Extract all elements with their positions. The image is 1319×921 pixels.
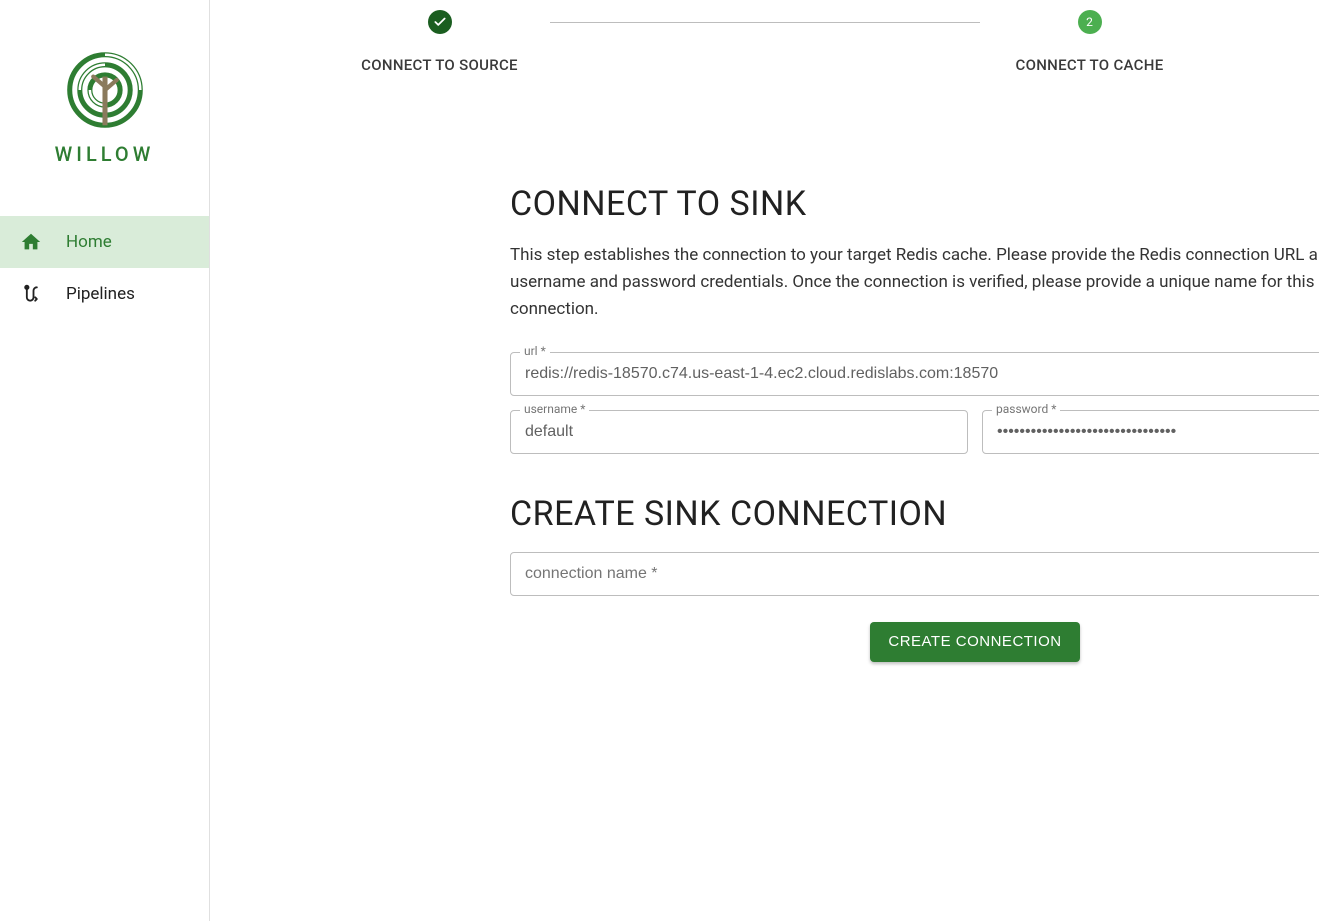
sidebar-item-pipelines[interactable]: Pipelines [0, 268, 209, 320]
check-icon [428, 10, 452, 34]
field-username: username * [510, 410, 968, 454]
tree-logo-icon [63, 48, 147, 132]
label-password: password * [992, 402, 1060, 416]
home-icon [20, 231, 42, 253]
label-username: username * [520, 402, 589, 416]
pipeline-icon [20, 283, 42, 305]
connection-name-input[interactable] [510, 552, 1319, 596]
field-connection-name [510, 552, 1319, 596]
password-input[interactable] [982, 410, 1319, 454]
step-label: CONNECT TO SOURCE [361, 56, 518, 74]
section-title-create-connection: CREATE SINK CONNECTION [510, 494, 1319, 534]
stepper-line [550, 22, 980, 23]
section-description: This step establishes the connection to … [510, 242, 1319, 324]
stepper: CONNECT TO SOURCE 2 CONNECT TO CACHE [330, 10, 1200, 74]
sidebar: WILLOW Home Pipelines [0, 0, 210, 921]
section-title-connect-sink: CONNECT TO SINK [510, 184, 1319, 224]
sidebar-item-home[interactable]: Home [0, 216, 209, 268]
main-content: CONNECT TO SOURCE 2 CONNECT TO CACHE CON… [210, 0, 1319, 921]
brand-logo: WILLOW [0, 48, 209, 166]
label-url: url * [520, 344, 550, 358]
step-label: CONNECT TO CACHE [1016, 56, 1164, 74]
url-input[interactable] [510, 352, 1319, 396]
brand-name: WILLOW [55, 142, 155, 166]
field-url: url * [510, 352, 1319, 396]
sidebar-item-label: Pipelines [66, 284, 135, 304]
step-connect-source[interactable]: CONNECT TO SOURCE [330, 10, 550, 74]
step-number-icon: 2 [1078, 10, 1102, 34]
sidebar-item-label: Home [66, 232, 112, 252]
step-connect-cache[interactable]: 2 CONNECT TO CACHE [980, 10, 1200, 74]
create-connection-button[interactable]: CREATE CONNECTION [870, 622, 1079, 662]
sidebar-nav: Home Pipelines [0, 216, 209, 320]
username-input[interactable] [510, 410, 968, 454]
field-password: password * [982, 410, 1319, 454]
